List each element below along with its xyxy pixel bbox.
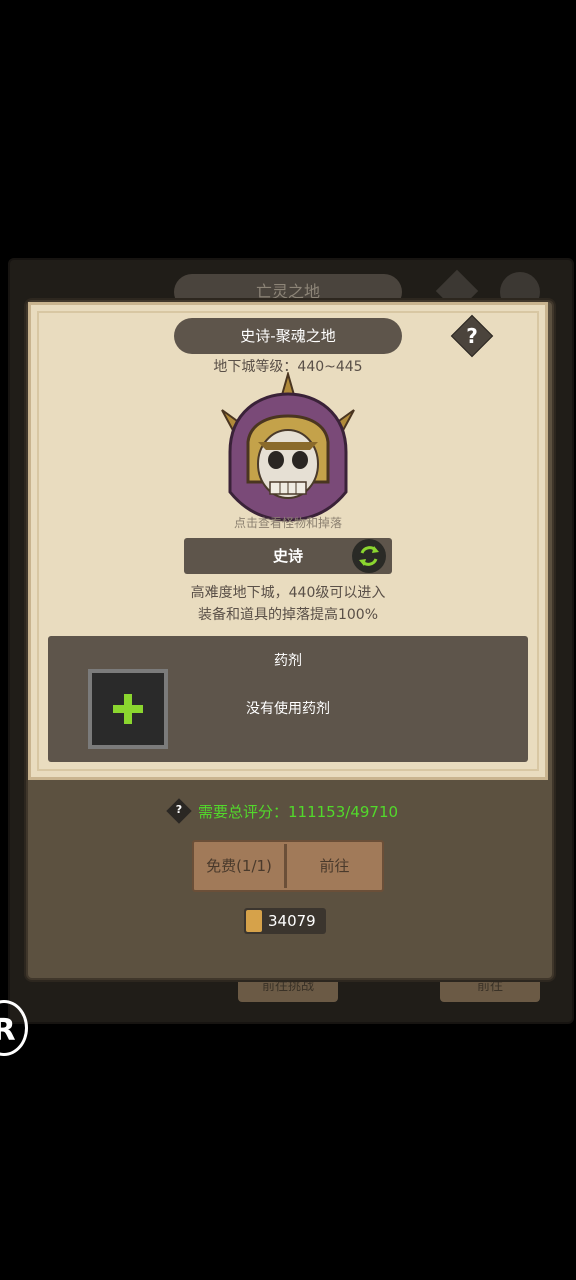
score-help-mark[interactable]: ? bbox=[170, 801, 188, 819]
potion-status: 没有使用药剂 bbox=[246, 701, 330, 717]
dungeon-desc-line2: 装备和道具的掉落提高100% bbox=[197, 607, 379, 623]
boss-helmet-icon[interactable] bbox=[210, 372, 366, 528]
scroll-ticket-icon bbox=[246, 910, 262, 932]
go-button[interactable]: 前往 bbox=[287, 842, 382, 890]
required-score: 需要总评分：111153/49710 bbox=[198, 803, 399, 821]
monster-drop-hint[interactable]: 点击查看怪物和掉落 bbox=[0, 514, 576, 531]
help-mark[interactable]: ? bbox=[457, 321, 487, 351]
potion-title: 药剂 bbox=[274, 653, 302, 669]
dungeon-desc-line1: 高难度地下城，440级可以进入 bbox=[190, 585, 386, 601]
currency-value: 34079 bbox=[268, 912, 316, 930]
dungeon-title: 史诗-聚魂之地 bbox=[174, 318, 402, 354]
plus-icon-bar[interactable] bbox=[113, 705, 143, 713]
swap-difficulty-icon[interactable] bbox=[352, 539, 386, 573]
free-entry-button[interactable]: 免费(1/1) bbox=[194, 842, 284, 890]
